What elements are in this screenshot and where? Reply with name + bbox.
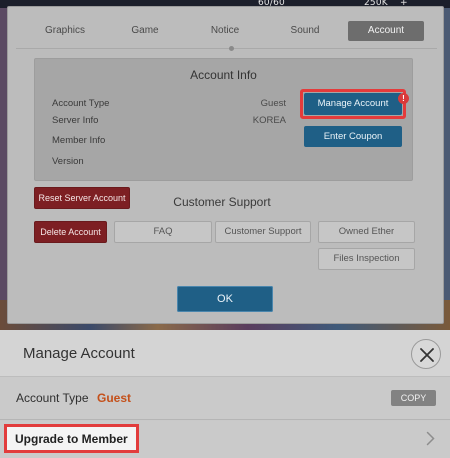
- tab-notice[interactable]: Notice: [187, 21, 263, 41]
- settings-tabs: Graphics Game Notice Sound Account: [8, 21, 445, 41]
- tab-sound[interactable]: Sound: [267, 21, 343, 41]
- tab-divider: [16, 46, 437, 51]
- close-button[interactable]: [411, 339, 441, 369]
- manage-account-sheet: Manage Account Account Type Guest COPY U…: [0, 330, 450, 458]
- settings-panel: Graphics Game Notice Sound Account Accou…: [7, 6, 444, 324]
- upgrade-to-member-highlight[interactable]: Upgrade to Member: [4, 424, 139, 453]
- enter-coupon-button[interactable]: Enter Coupon: [304, 126, 402, 147]
- chevron-right-icon: [426, 431, 435, 446]
- sheet-account-type-label: Account Type: [16, 391, 89, 405]
- reset-server-account-button[interactable]: Reset Server Account: [34, 187, 130, 209]
- alert-badge-icon: !: [398, 93, 409, 104]
- tab-game[interactable]: Game: [107, 21, 183, 41]
- server-info-value: KOREA: [252, 115, 286, 126]
- account-type-label: Account Type: [52, 98, 110, 109]
- customer-support-title: Customer Support: [173, 195, 271, 209]
- sheet-title: Manage Account: [23, 345, 135, 362]
- upgrade-to-member-label: Upgrade to Member: [15, 432, 128, 446]
- version-label: Version: [52, 156, 84, 167]
- owned-ether-button[interactable]: Owned Ether: [318, 221, 415, 243]
- account-type-value: Guest: [260, 98, 286, 109]
- sheet-header: Manage Account: [0, 330, 450, 377]
- divider-dot: [229, 46, 234, 51]
- member-info-label: Member Info: [52, 135, 106, 146]
- faq-button[interactable]: FAQ: [114, 221, 212, 243]
- customer-support-button[interactable]: Customer Support: [215, 221, 311, 243]
- copy-button[interactable]: COPY: [391, 390, 436, 406]
- account-type-row: Account Type Guest COPY: [0, 377, 450, 420]
- account-info-title: Account Info: [190, 68, 257, 82]
- ok-button[interactable]: OK: [177, 286, 273, 312]
- upgrade-row[interactable]: Upgrade to Member: [0, 421, 450, 458]
- sheet-account-type-value: Guest: [97, 391, 132, 405]
- close-icon: [420, 348, 434, 362]
- account-info-box: Account Info Account Type Guest Server I…: [34, 58, 413, 181]
- tab-account[interactable]: Account: [348, 21, 424, 41]
- delete-account-button[interactable]: Delete Account: [34, 221, 107, 243]
- manage-account-button[interactable]: Manage Account: [304, 93, 402, 115]
- server-info-label: Server Info: [52, 115, 99, 126]
- tab-graphics[interactable]: Graphics: [27, 21, 103, 41]
- files-inspection-button[interactable]: Files Inspection: [318, 248, 415, 270]
